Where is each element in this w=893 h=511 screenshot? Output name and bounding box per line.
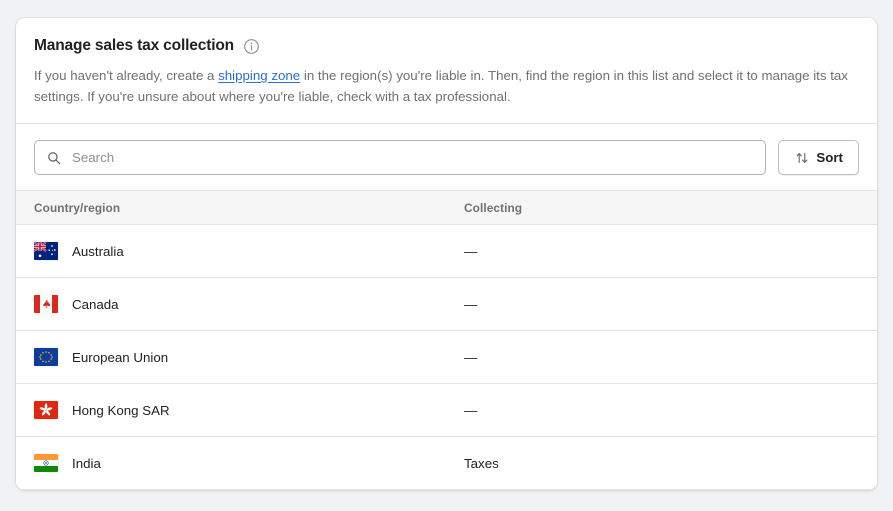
table-row[interactable]: European Union — (16, 331, 877, 384)
search-toolbar: Sort (16, 124, 877, 190)
table-row[interactable]: Canada — (16, 278, 877, 331)
page-root: Manage sales tax collection If you haven… (0, 0, 893, 511)
flag-australia-icon (34, 242, 58, 260)
region-cell: Australia (34, 242, 464, 260)
title-row: Manage sales tax collection (34, 36, 859, 56)
region-cell: Hong Kong SAR (34, 401, 464, 419)
region-name: Canada (72, 296, 119, 312)
collecting-value: Taxes (464, 455, 499, 471)
region-cell: India (34, 454, 464, 472)
collecting-value: — (464, 296, 478, 312)
shipping-zone-link[interactable]: shipping zone (218, 68, 300, 83)
flag-hong-kong-icon (34, 401, 58, 419)
manage-sales-tax-card: Manage sales tax collection If you haven… (16, 18, 877, 490)
column-header-collecting: Collecting (464, 200, 523, 215)
region-name: Hong Kong SAR (72, 402, 170, 418)
table-row[interactable]: Australia — (16, 225, 877, 278)
region-name: Australia (72, 243, 124, 259)
collecting-value: — (464, 243, 478, 259)
sort-button[interactable]: Sort (778, 140, 859, 175)
description-text-before-link: If you haven't already, create a (34, 68, 219, 83)
page-title: Manage sales tax collection (34, 37, 234, 54)
column-header-country-region: Country/region (34, 200, 121, 215)
info-circle-icon[interactable] (243, 38, 260, 55)
collecting-value: — (464, 402, 478, 418)
flag-india-icon (34, 454, 58, 472)
card-description: If you haven't already, create a shippin… (34, 65, 859, 107)
search-field[interactable] (34, 140, 767, 175)
search-icon (45, 149, 63, 167)
sort-button-label: Sort (816, 150, 843, 165)
flag-canada-icon (34, 295, 58, 313)
region-name: European Union (72, 349, 169, 365)
search-input[interactable] (72, 141, 756, 174)
flag-european-union-icon (34, 348, 58, 366)
region-cell: Canada (34, 295, 464, 313)
table-row[interactable]: India Taxes (16, 437, 877, 490)
region-name: India (72, 455, 101, 471)
table-row[interactable]: Hong Kong SAR — (16, 384, 877, 437)
sort-arrows-icon (794, 150, 809, 165)
region-cell: European Union (34, 348, 464, 366)
table-header-row: Country/region Collecting (16, 190, 877, 225)
card-header: Manage sales tax collection If you haven… (16, 18, 877, 123)
collecting-value: — (464, 349, 478, 365)
